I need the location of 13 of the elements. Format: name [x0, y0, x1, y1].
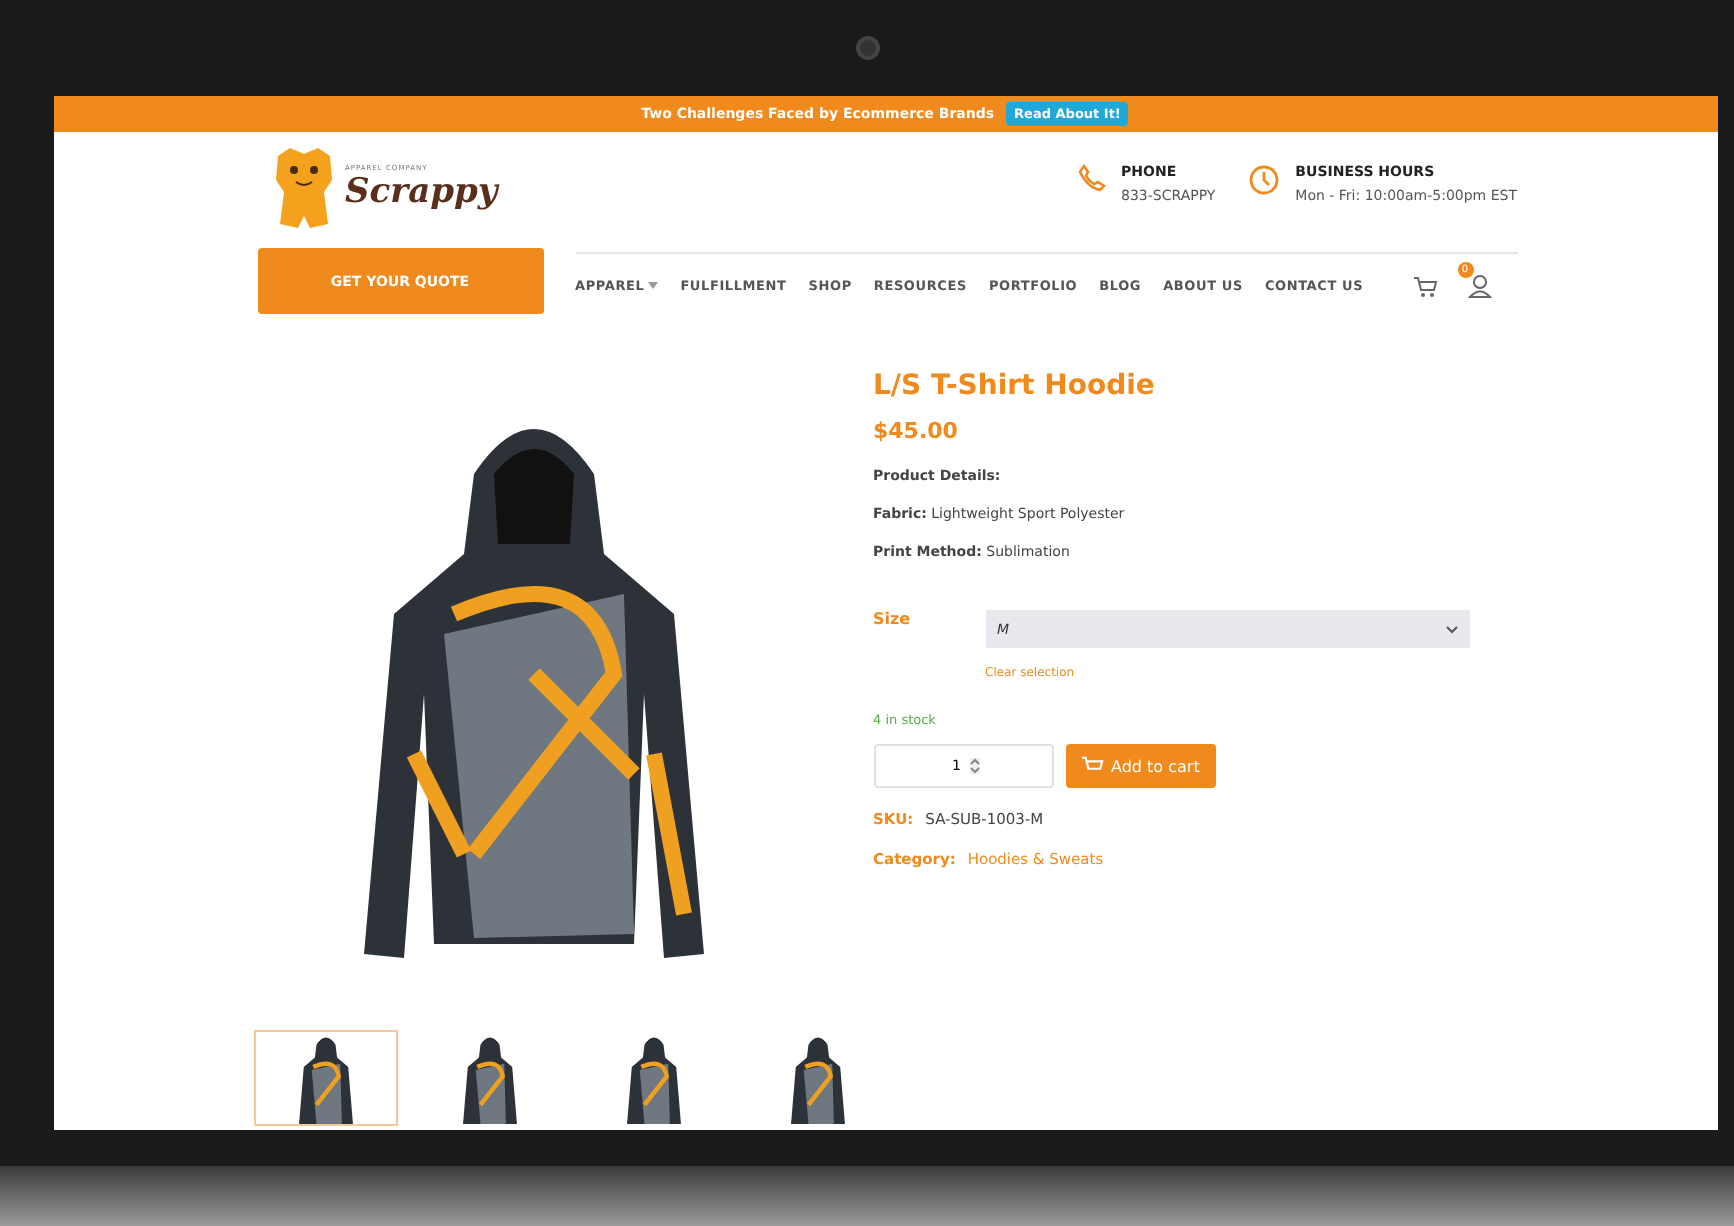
webcam-icon — [855, 36, 879, 60]
phone-icon — [1077, 164, 1106, 192]
user-icon[interactable] — [1467, 274, 1492, 298]
size-label: Size — [873, 610, 913, 632]
logo-wordmark: Scrappy — [345, 172, 498, 212]
thumbnail[interactable] — [253, 1030, 397, 1126]
product-title: L/S T-Shirt Hoodie — [873, 370, 1157, 402]
product-price: $45.00 — [873, 418, 960, 444]
chevron-down-icon — [1445, 625, 1457, 633]
cart-icon — [1081, 756, 1103, 776]
stepper-icon[interactable] — [969, 758, 979, 774]
cart-icon[interactable] — [1413, 275, 1438, 297]
clock-icon — [1247, 164, 1280, 196]
